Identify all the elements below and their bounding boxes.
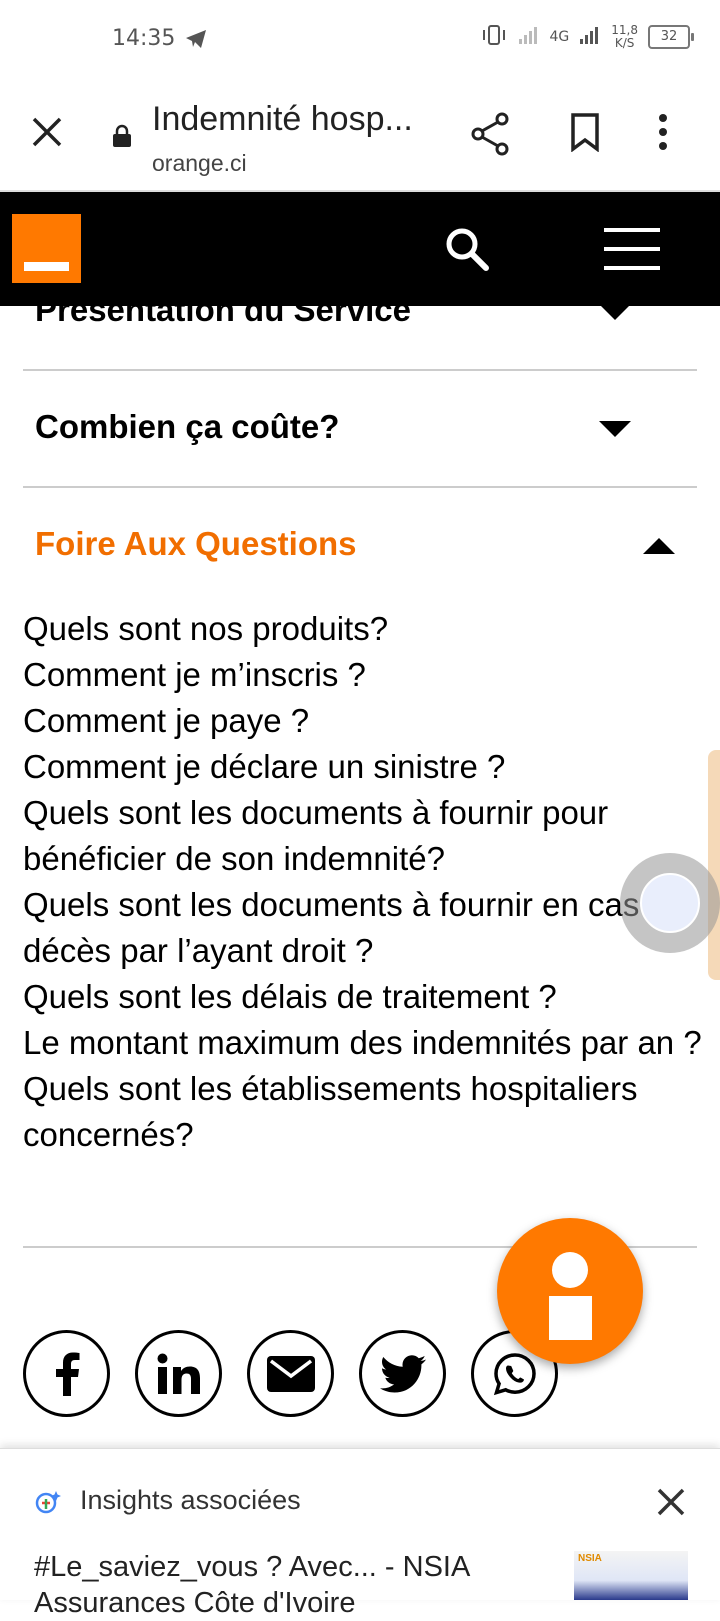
faq-item[interactable]: Quels sont les délais de traitement ? (23, 974, 713, 1020)
close-tab-button[interactable] (30, 115, 64, 154)
faq-item[interactable]: Quels sont les documents à fournir en ca… (23, 882, 713, 974)
browser-toolbar: Indemnité hosp... orange.ci (0, 80, 720, 192)
status-time: 14:35 (112, 26, 176, 51)
faq-item[interactable]: Quels sont les documents à fournir pour … (23, 790, 713, 882)
insights-result-link[interactable]: #Le_saviez_vous ? Avec... - NSIA Assuran… (34, 1549, 554, 1621)
assistive-touch-inner (640, 873, 700, 933)
battery-icon: 32 (648, 25, 694, 49)
faq-item[interactable]: Comment je paye ? (23, 698, 713, 744)
email-icon[interactable] (247, 1330, 334, 1417)
chevron-down-icon (599, 304, 631, 320)
facebook-icon[interactable] (23, 1330, 110, 1417)
info-fab-button[interactable] (497, 1218, 643, 1364)
faq-item[interactable]: Comment je m’inscris ? (23, 652, 713, 698)
accordion-cost-title: Combien ça coûte? (35, 408, 340, 445)
info-icon-bar (549, 1296, 592, 1340)
network-type: 4G (549, 29, 570, 45)
page-title[interactable]: Indemnité hosp... (152, 100, 432, 139)
telegram-icon (184, 28, 208, 54)
chevron-down-icon (599, 421, 631, 437)
share-icon[interactable] (470, 112, 510, 161)
signal-icon (518, 25, 540, 49)
chevron-up-icon (643, 538, 675, 554)
insights-lightbulb-icon (34, 1489, 62, 1524)
status-indicators: 4G 11,8 K/S 32 (480, 24, 694, 50)
status-bar: 14:35 4G 11,8 K/S 32 (0, 0, 720, 80)
insights-panel: Insights associées #Le_saviez_vous ? Ave… (0, 1448, 720, 1619)
edge-panel-handle[interactable] (708, 750, 720, 980)
close-icon[interactable] (656, 1487, 686, 1522)
faq-item[interactable]: Quels sont nos produits? (23, 606, 713, 652)
linkedin-icon[interactable] (135, 1330, 222, 1417)
search-icon[interactable] (444, 226, 490, 277)
insights-title: Insights associées (80, 1485, 301, 1515)
bookmark-icon[interactable] (570, 112, 600, 157)
accordion-faq-title: Foire Aux Questions (35, 525, 357, 562)
orange-logo[interactable] (12, 214, 81, 283)
battery-level: 32 (660, 29, 678, 44)
faq-list: Quels sont nos produits? Comment je m’in… (23, 606, 713, 1158)
accordion-cost[interactable]: Combien ça coûte? (23, 371, 697, 488)
faq-item[interactable]: Quels sont les établissements hospitalie… (23, 1066, 713, 1158)
assistive-touch-button[interactable] (620, 853, 720, 953)
social-share-row (23, 1330, 558, 1417)
lock-icon (112, 124, 132, 153)
thumbnail-brand: NSIA (578, 1553, 602, 1564)
info-icon-dot (552, 1252, 588, 1288)
page-domain[interactable]: orange.ci (152, 150, 247, 177)
signal-icon-2 (579, 25, 601, 49)
more-options-icon[interactable] (658, 112, 668, 157)
twitter-icon[interactable] (359, 1330, 446, 1417)
insights-result-thumbnail[interactable]: NSIA (574, 1551, 688, 1600)
accordion-faq[interactable]: Foire Aux Questions (23, 488, 697, 588)
net-speed: 11,8 K/S (611, 24, 638, 50)
vibrate-icon (480, 24, 508, 50)
faq-item[interactable]: Comment je déclare un sinistre ? (23, 744, 713, 790)
site-header (0, 192, 720, 306)
net-speed-unit: K/S (614, 36, 635, 50)
faq-item[interactable]: Le montant maximum des indemnités par an… (23, 1020, 713, 1066)
hamburger-menu-icon[interactable] (604, 228, 660, 275)
